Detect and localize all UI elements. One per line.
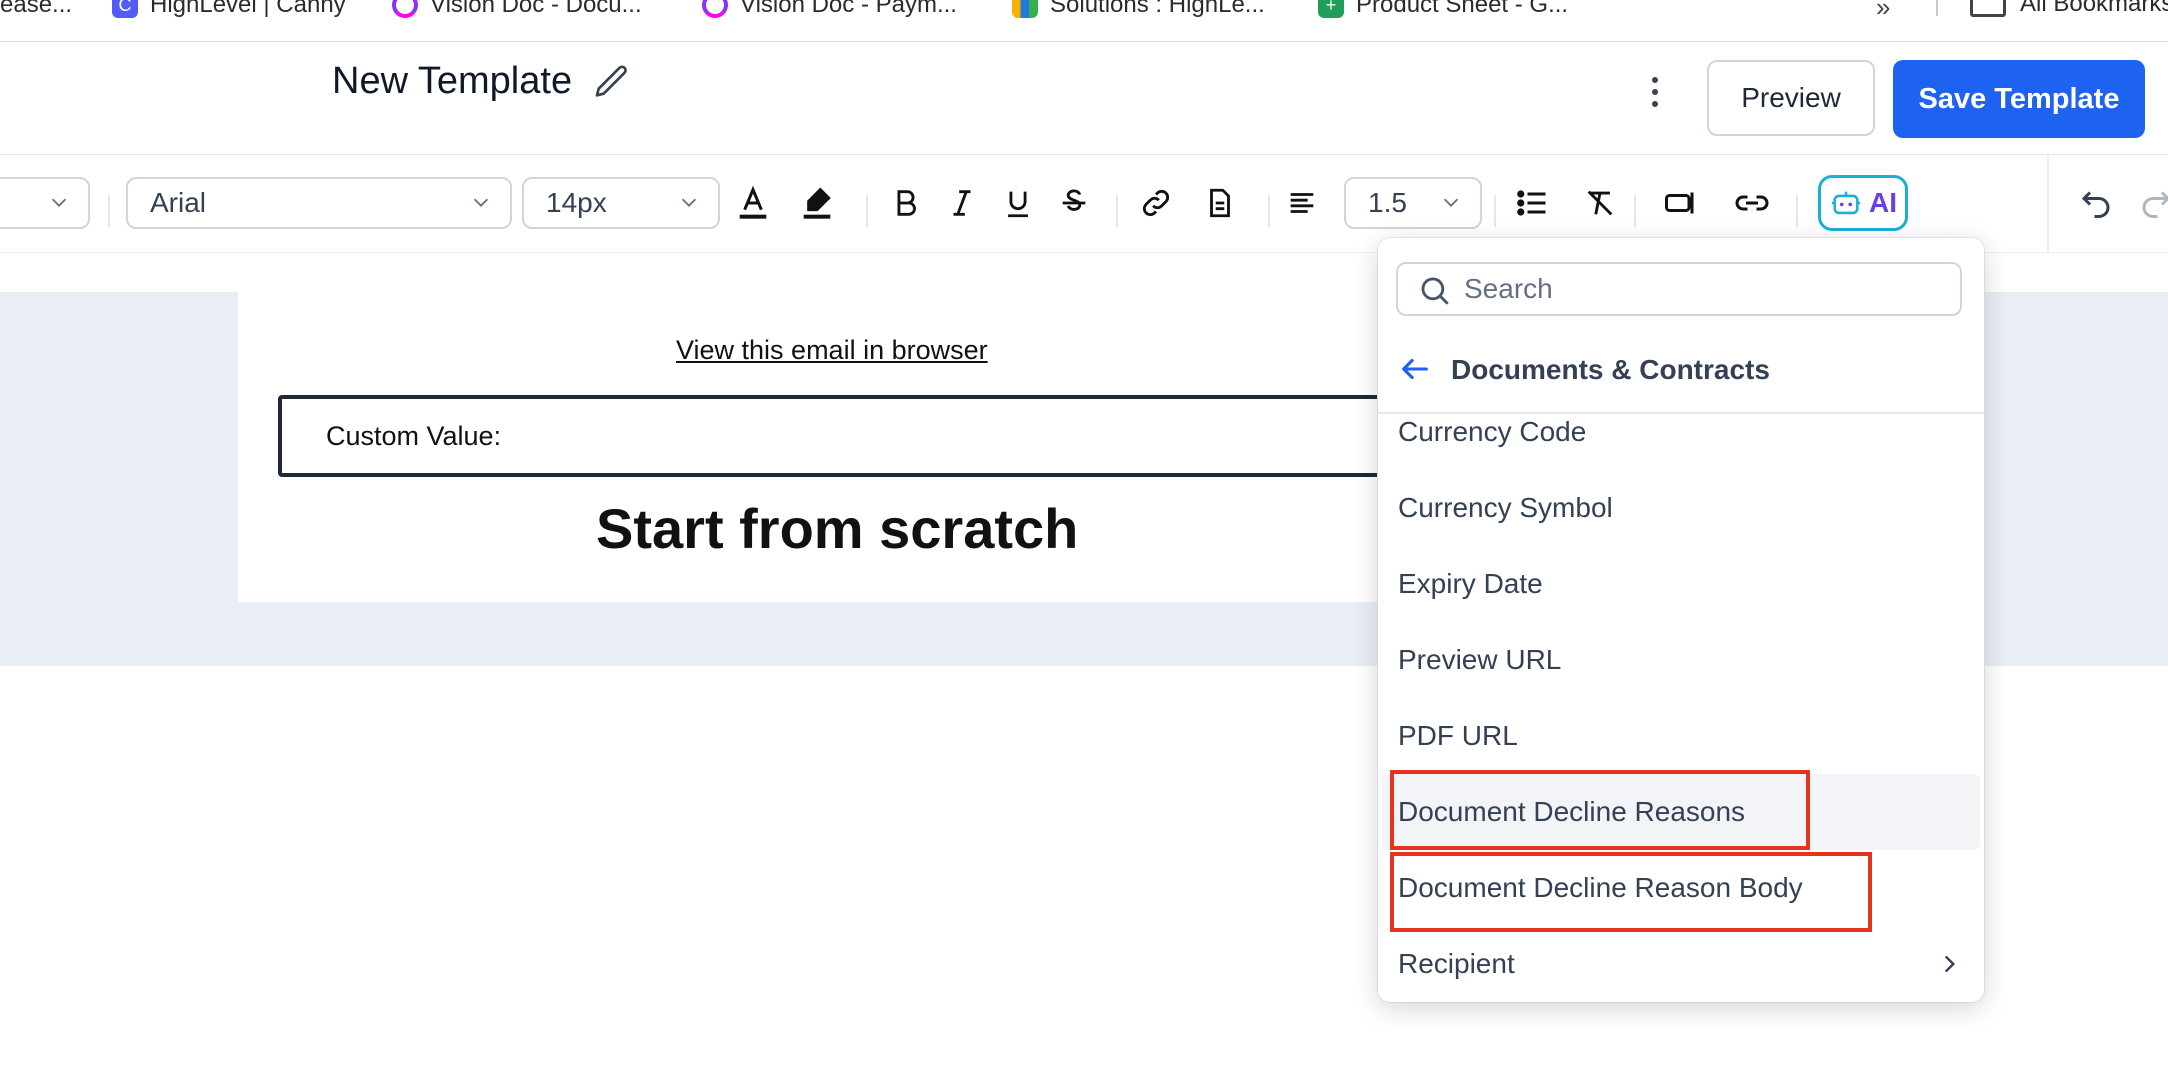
block-type-select[interactable] — [0, 177, 90, 229]
highlight-annotation — [1390, 770, 1810, 850]
toolbar-divider — [1634, 195, 1636, 227]
bookmark-item[interactable]: Solutions : HighLe... — [1012, 0, 1265, 20]
custom-link-icon[interactable] — [1730, 181, 1774, 225]
pencil-icon[interactable] — [592, 62, 632, 102]
bookmark-label: Vision Doc - Docu... — [430, 0, 642, 18]
highlight-annotation — [1390, 852, 1872, 932]
redo-icon[interactable] — [2134, 181, 2168, 225]
merge-field-dropdown: Search Documents & Contracts Currency Co… — [1378, 238, 1984, 1002]
toolbar-divider — [1796, 195, 1798, 227]
bookmarks-divider — [1936, 0, 1938, 16]
email-heading[interactable]: Start from scratch — [596, 496, 1078, 561]
bookmark-label: HighLevel | Canny — [150, 0, 346, 18]
page-title: New Template — [332, 60, 573, 102]
dropdown-item-label: Recipient — [1398, 948, 1515, 979]
bookmark-label: Solutions : HighLe... — [1050, 0, 1265, 18]
bookmark-item[interactable]: Vision Doc - Paym... — [702, 0, 957, 20]
clickup-icon — [392, 0, 418, 18]
bookmark-label: Vision Doc - Paym... — [740, 0, 957, 18]
bookmark-item[interactable]: + Product Sheet - G... — [1318, 0, 1568, 20]
all-bookmarks-button[interactable]: All Bookmarks — [1970, 0, 2168, 18]
bookmarks-overflow-button[interactable]: » — [1876, 0, 1890, 23]
chevron-down-icon — [1443, 198, 1459, 207]
preview-button[interactable]: Preview — [1707, 60, 1875, 136]
link-icon[interactable] — [1134, 181, 1178, 225]
dropdown-item-pdf-url[interactable]: PDF URL — [1378, 698, 1984, 774]
chevron-down-icon — [473, 198, 489, 207]
view-in-browser-link[interactable]: View this email in browser — [676, 335, 988, 366]
line-height-value: 1.5 — [1368, 187, 1407, 218]
folder-icon — [1970, 0, 2006, 17]
custom-value-label: Custom Value: — [326, 421, 502, 451]
highlight-color-icon[interactable] — [795, 181, 839, 225]
ai-assistant-button[interactable]: AI — [1818, 175, 1908, 231]
dropdown-item-currency-code[interactable]: Currency Code — [1378, 394, 1984, 470]
dropdown-item-currency-symbol[interactable]: Currency Symbol — [1378, 470, 1984, 546]
toolbar-divider — [1116, 195, 1118, 227]
bookmark-label: ease... — [0, 0, 73, 18]
search-icon — [1421, 277, 1449, 305]
editor-header: New Template Preview Save Template — [0, 42, 2168, 155]
dropdown-section-title: Documents & Contracts — [1451, 354, 1770, 385]
underline-icon[interactable] — [996, 181, 1040, 225]
bookmark-item[interactable]: Vision Doc - Docu... — [392, 0, 642, 20]
all-bookmarks-label: All Bookmarks — [2020, 0, 2168, 17]
font-size-select[interactable]: 14px — [522, 177, 720, 229]
back-arrow-icon[interactable] — [1398, 352, 1432, 386]
canny-icon: C — [112, 0, 138, 18]
clickup-icon — [702, 0, 728, 18]
italic-icon[interactable] — [940, 181, 984, 225]
save-template-button[interactable]: Save Template — [1893, 60, 2145, 138]
button-block-icon[interactable] — [1658, 181, 1702, 225]
font-size-value: 14px — [546, 187, 607, 218]
ai-label: AI — [1869, 187, 1897, 218]
chevron-down-icon — [51, 198, 67, 207]
document-icon[interactable] — [1198, 181, 1242, 225]
undo-icon[interactable] — [2074, 181, 2118, 225]
bookmark-item[interactable]: C HighLevel | Canny — [112, 0, 346, 20]
toolbar-divider — [2047, 155, 2049, 252]
dropdown-item-expiry-date[interactable]: Expiry Date — [1378, 546, 1984, 622]
search-input[interactable]: Search — [1396, 262, 1962, 316]
font-family-value: Arial — [150, 187, 207, 218]
clear-formatting-icon[interactable] — [1578, 181, 1622, 225]
text-color-icon[interactable] — [731, 181, 775, 225]
chevron-down-icon — [681, 198, 697, 207]
sheets-icon: + — [1318, 0, 1344, 18]
bold-icon[interactable] — [884, 181, 928, 225]
more-options-icon[interactable] — [1640, 72, 1670, 112]
highlevel-icon — [1012, 0, 1038, 18]
bulleted-list-icon[interactable] — [1510, 181, 1554, 225]
dropdown-item-recipient[interactable]: Recipient — [1378, 926, 1984, 1002]
toolbar-divider — [108, 195, 110, 227]
toolbar-divider — [1494, 195, 1496, 227]
bookmark-label: Product Sheet - G... — [1356, 0, 1569, 18]
line-height-select[interactable]: 1.5 — [1344, 177, 1482, 229]
strikethrough-icon[interactable] — [1052, 181, 1096, 225]
bookmark-item[interactable]: ease... — [0, 0, 72, 20]
dropdown-item-preview-url[interactable]: Preview URL — [1378, 622, 1984, 698]
robot-icon — [1831, 191, 1861, 215]
align-left-icon[interactable] — [1280, 181, 1324, 225]
font-family-select[interactable]: Arial — [126, 177, 512, 229]
toolbar-divider — [1268, 195, 1270, 227]
bookmarks-bar: ease... C HighLevel | Canny Vision Doc -… — [0, 0, 2168, 42]
toolbar-divider — [866, 195, 868, 227]
chevron-right-icon — [1944, 955, 1956, 973]
